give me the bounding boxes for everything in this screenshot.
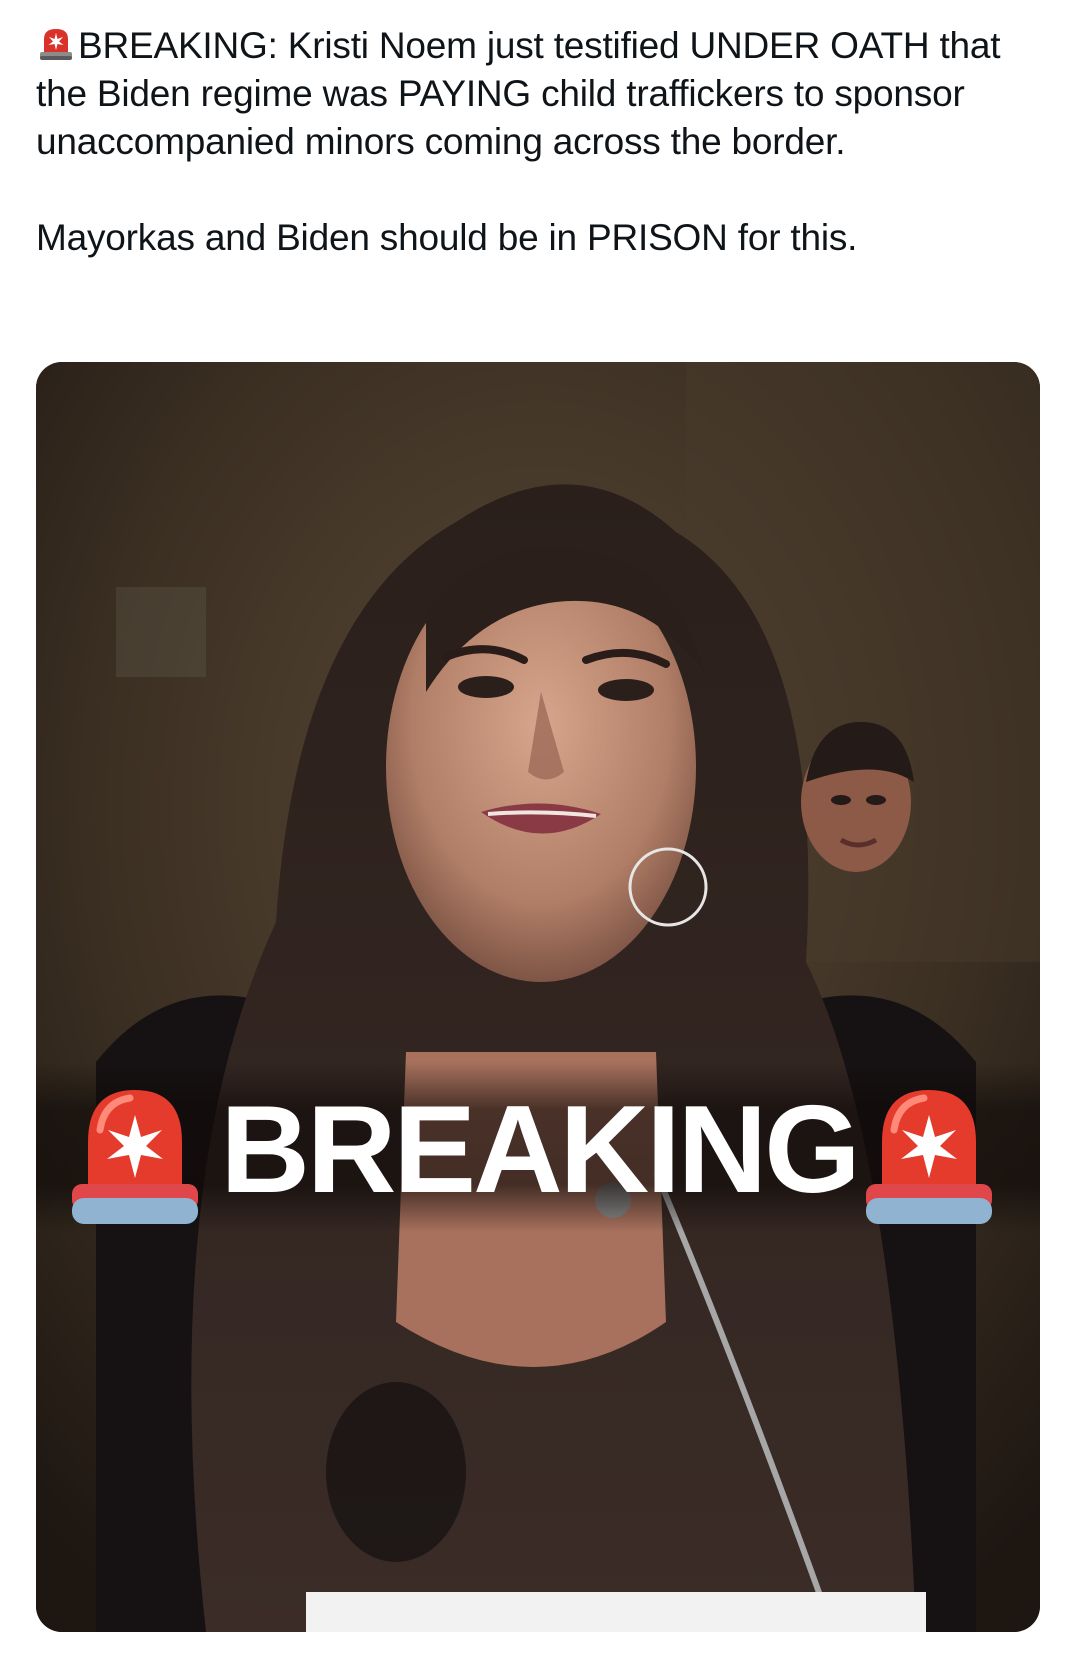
post-paragraph-2: Mayorkas and Biden should be in PRISON f… [36,217,858,258]
post-paragraph-1-text: BREAKING: Kristi Noem just testified UND… [36,25,1001,162]
breaking-title: BREAKING [220,1081,860,1219]
post-text: BREAKING: Kristi Noem just testified UND… [36,22,1046,262]
breaking-banner: BREAKING [36,1062,1040,1232]
police-light-icon-left [72,1090,198,1224]
police-light-icon [36,23,76,63]
police-light-icon-right [866,1090,992,1224]
post-image[interactable]: BREAKING [36,362,1040,1632]
hearing-photo [36,362,1040,1632]
post-paragraph-1: BREAKING: Kristi Noem just testified UND… [36,22,1046,166]
